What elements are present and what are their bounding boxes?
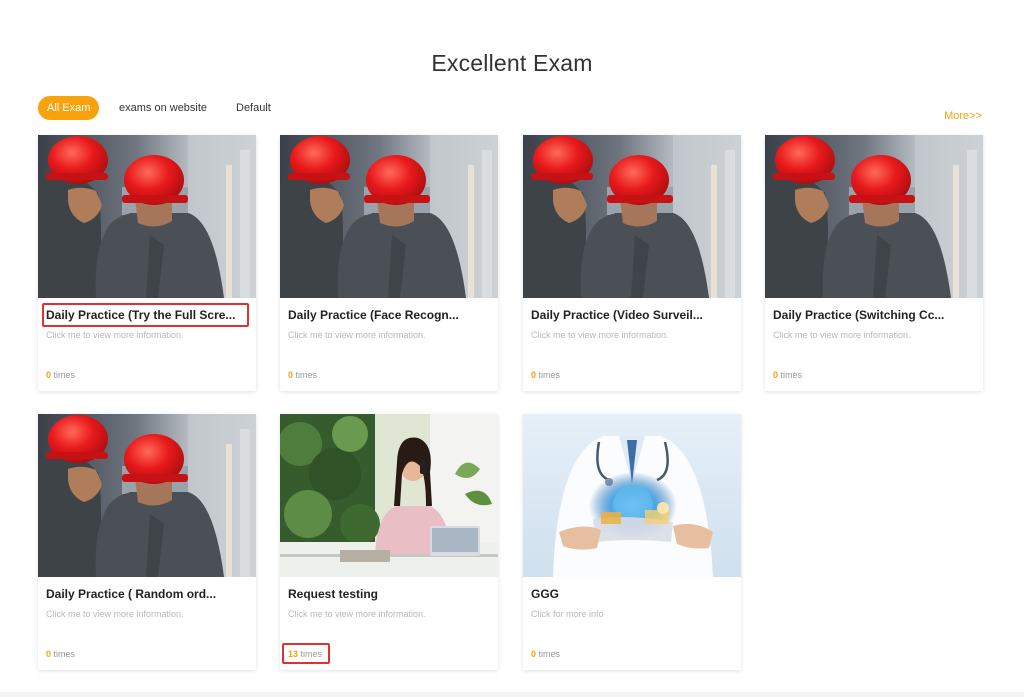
exam-title: Daily Practice (Switching Cc...: [773, 308, 945, 322]
exam-card[interactable]: Request testing Click me to view more in…: [280, 414, 498, 670]
exam-thumbnail: [38, 414, 256, 577]
exam-card[interactable]: Daily Practice (Switching Cc... Click me…: [765, 135, 983, 391]
count-suffix: times: [293, 370, 318, 380]
exam-description: Click me to view more information.: [288, 330, 426, 340]
more-link[interactable]: More>>: [944, 110, 982, 122]
exam-card-grid: Daily Practice (Try the Full Scre... Cli…: [38, 135, 984, 675]
exam-card[interactable]: Daily Practice ( Random ord... Click me …: [38, 414, 256, 670]
exam-card[interactable]: Daily Practice (Face Recogn... Click me …: [280, 135, 498, 391]
exam-card[interactable]: GGG Click for more info 0 times: [523, 414, 741, 670]
count-suffix: times: [51, 370, 76, 380]
exam-description: Click me to view more information.: [46, 609, 184, 619]
exam-attempt-count: 0 times: [531, 649, 560, 659]
exam-thumbnail: [523, 135, 741, 298]
exam-attempt-count: 13 times: [288, 649, 322, 659]
exam-title: GGG: [531, 587, 560, 601]
exam-thumbnail: [523, 414, 741, 577]
count-suffix: times: [51, 649, 76, 659]
exam-attempt-count: 0 times: [288, 370, 317, 380]
page-bottom-divider: [0, 692, 1024, 697]
exam-title: Daily Practice (Try the Full Scre...: [46, 308, 236, 322]
exam-card[interactable]: Daily Practice (Try the Full Scre... Cli…: [38, 135, 256, 391]
count-suffix: times: [536, 649, 561, 659]
count-suffix: times: [778, 370, 803, 380]
exam-description: Click me to view more information.: [773, 330, 911, 340]
count-number: 13: [288, 649, 299, 659]
count-suffix: times: [536, 370, 561, 380]
exam-description: Click me to view more information.: [288, 609, 426, 619]
exam-description: Click for more info: [531, 609, 604, 619]
exam-description: Click me to view more information.: [531, 330, 669, 340]
exam-attempt-count: 0 times: [531, 370, 560, 380]
tab-exams-on-website[interactable]: exams on website: [119, 96, 207, 120]
exam-thumbnail: [280, 414, 498, 577]
exam-card[interactable]: Daily Practice (Video Surveil... Click m…: [523, 135, 741, 391]
exam-description: Click me to view more information.: [46, 330, 184, 340]
tab-all-exam[interactable]: All Exam: [38, 96, 100, 120]
page-title: Excellent Exam: [431, 50, 593, 76]
exam-title: Request testing: [288, 587, 379, 601]
exam-attempt-count: 0 times: [773, 370, 802, 380]
tab-default[interactable]: Default: [236, 96, 271, 120]
exam-attempt-count: 0 times: [46, 649, 75, 659]
exam-title: Daily Practice ( Random ord...: [46, 587, 217, 601]
exam-thumbnail: [38, 135, 256, 298]
exam-title: Daily Practice (Face Recogn...: [288, 308, 459, 322]
exam-thumbnail: [280, 135, 498, 298]
exam-attempt-count: 0 times: [46, 370, 75, 380]
count-suffix: times: [298, 649, 323, 659]
exam-thumbnail: [765, 135, 983, 298]
exam-title: Daily Practice (Video Surveil...: [531, 308, 703, 322]
